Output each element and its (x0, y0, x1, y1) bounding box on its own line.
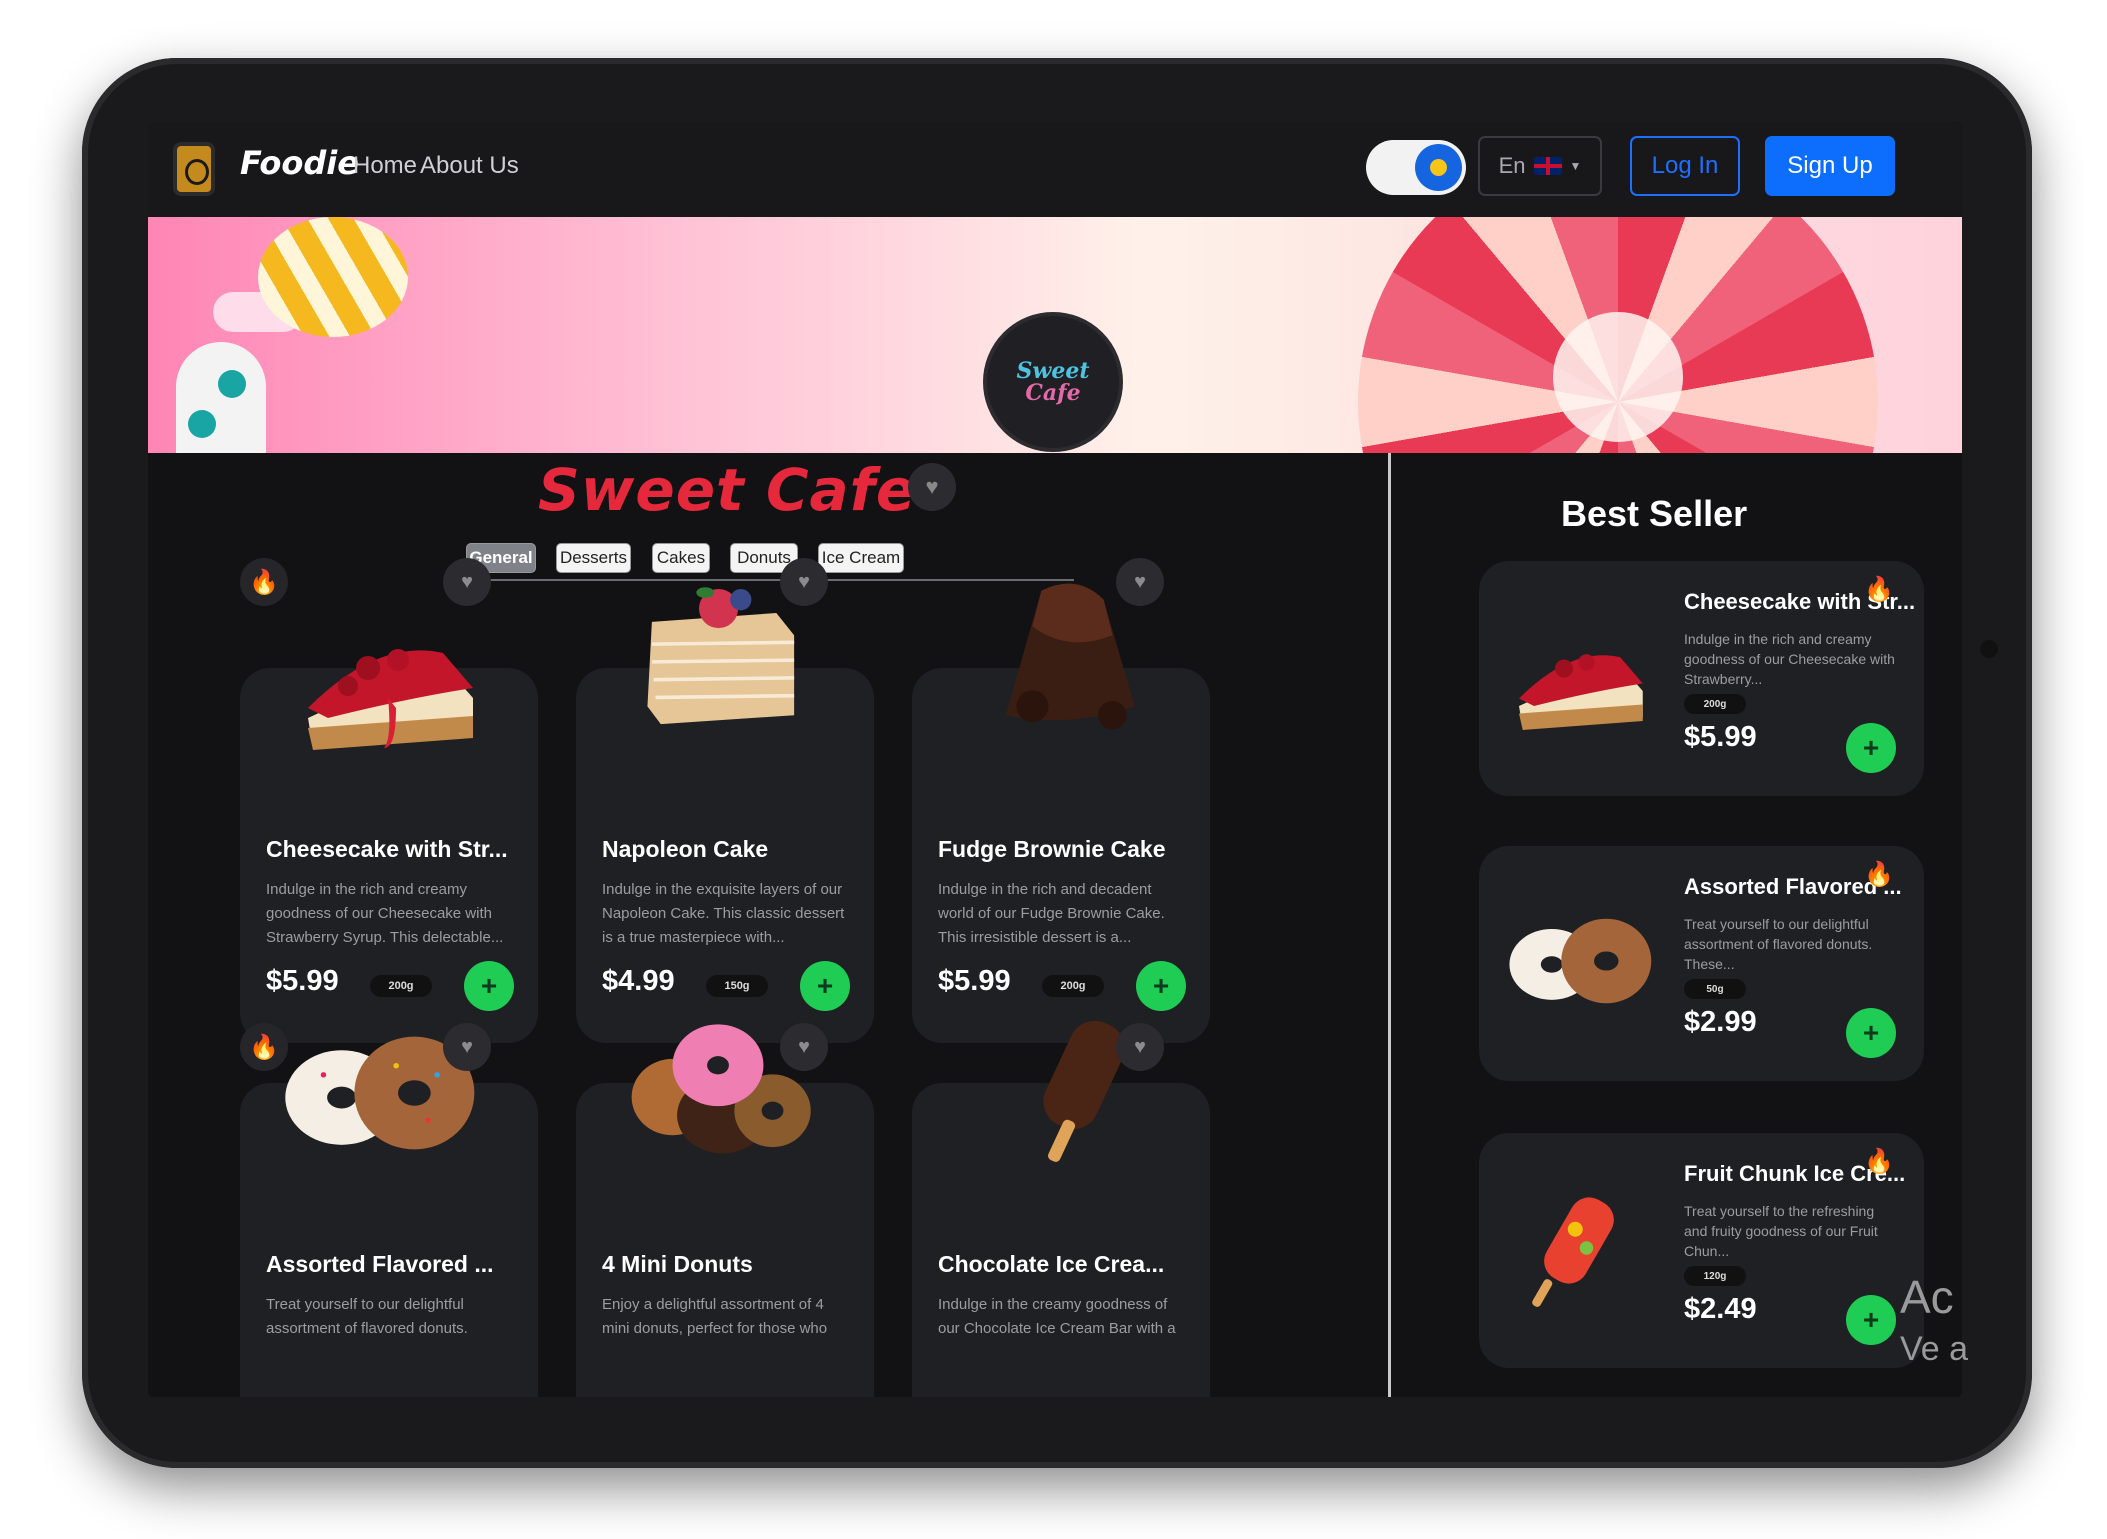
heart-icon[interactable]: ♥ (443, 1023, 491, 1071)
add-to-cart-button[interactable]: + (1846, 1295, 1896, 1345)
logo-icon[interactable] (173, 142, 215, 196)
fire-icon: 🔥 (1864, 576, 1894, 603)
nav-home-link[interactable]: Home (353, 152, 417, 180)
best-seller-price: $2.99 (1684, 1006, 1757, 1038)
best-seller-weight: 120g (1684, 1266, 1746, 1286)
cheesecake-image (1519, 654, 1643, 730)
brand-name[interactable]: Foodie (240, 144, 359, 182)
product-name: Cheesecake with Str... (266, 836, 508, 862)
fire-icon: 🔥 (1864, 861, 1894, 888)
menu-section: Sweet Cafe ♥ General Desserts Cakes Donu… (148, 453, 1388, 1397)
language-dropdown[interactable]: En ▼ (1478, 136, 1602, 196)
product-description: Indulge in the rich and decadent world o… (938, 881, 1165, 946)
best-seller-price: $5.99 (1684, 721, 1757, 753)
product-description: Indulge in the exquisite layers of our N… (602, 881, 845, 946)
add-to-cart-button[interactable]: + (1846, 723, 1896, 773)
hero-banner: Sweet Cafe (148, 217, 1962, 453)
favorite-heart-icon[interactable]: ♥ (908, 463, 956, 511)
logo-text-line1: Sweet (1016, 358, 1090, 384)
heart-icon[interactable]: ♥ (780, 558, 828, 606)
windows-activation-subtext: Ve a (1900, 1330, 1969, 1368)
add-to-cart-button[interactable]: + (800, 961, 850, 1011)
chevron-down-icon: ▼ (1569, 159, 1582, 173)
camera-dot (1980, 640, 1998, 658)
sweet-cafe-logo: Sweet Cafe (983, 312, 1123, 452)
heart-icon[interactable]: ♥ (780, 1023, 828, 1071)
product-name: Napoleon Cake (602, 836, 769, 862)
tab-cakes[interactable]: Cakes (652, 543, 710, 573)
fire-icon: 🔥 (240, 558, 288, 606)
fire-icon: 🔥 (1864, 1148, 1894, 1175)
best-seller-card[interactable]: Assorted Flavored ... 🔥 Treat yourself t… (1479, 846, 1924, 1081)
product-name: Fudge Brownie Cake (938, 836, 1166, 862)
logo-text-line2: Cafe (1025, 380, 1081, 406)
product-weight: 150g (706, 975, 768, 997)
signup-button[interactable]: Sign Up (1765, 136, 1895, 196)
best-seller-description: Treat yourself to the refreshing and fru… (1684, 1203, 1878, 1259)
ice-cream-bar-image (1043, 1020, 1125, 1162)
tab-ice-cream[interactable]: Ice Cream (818, 543, 904, 573)
product-price: $5.99 (266, 965, 339, 997)
language-label: En (1498, 153, 1526, 178)
fruit-ice-cream-image (1532, 1197, 1614, 1307)
add-to-cart-button[interactable]: + (464, 961, 514, 1011)
nav-about-link[interactable]: About Us (420, 152, 519, 180)
best-seller-title: Best Seller (1561, 493, 1748, 534)
best-seller-description: Treat yourself to our delightful assortm… (1684, 916, 1873, 972)
product-weight: 200g (370, 975, 432, 997)
navbar: Foodie Home About Us En ▼ Log In Sign Up (148, 122, 1962, 217)
balloon-decoration (258, 217, 408, 337)
theme-toggle[interactable] (1366, 140, 1466, 195)
sun-icon (1415, 144, 1462, 191)
cheesecake-image (308, 649, 473, 750)
candy-decoration (176, 342, 266, 453)
product-price: $5.99 (938, 965, 1011, 997)
product-description: Enjoy a delightful assortment of 4 mini … (602, 1296, 828, 1337)
page-title: Sweet Cafe (538, 456, 917, 524)
add-to-cart-button[interactable]: + (1846, 1008, 1896, 1058)
lollipop-center (1553, 312, 1683, 442)
best-seller-card[interactable]: Fruit Chunk Ice Cre... 🔥 Treat yourself … (1479, 1133, 1924, 1368)
product-name: Assorted Flavored ... (266, 1251, 494, 1277)
product-name: Chocolate Ice Crea... (938, 1251, 1165, 1277)
best-seller-card[interactable]: Cheesecake with Str... 🔥 Indulge in the … (1479, 561, 1924, 796)
best-seller-description: Indulge in the rich and creamy goodness … (1684, 631, 1895, 687)
best-seller-section: Best Seller Cheesecake with Str... 🔥 Ind… (1391, 453, 1962, 1397)
heart-icon[interactable]: ♥ (443, 558, 491, 606)
tab-desserts[interactable]: Desserts (556, 543, 631, 573)
product-description: Indulge in the rich and creamy goodness … (266, 881, 504, 946)
app-screen: Foodie Home About Us En ▼ Log In Sign Up… (148, 122, 1962, 1397)
fire-icon: 🔥 (240, 1023, 288, 1071)
product-description: Treat yourself to our delightful assortm… (266, 1296, 468, 1337)
best-seller-weight: 50g (1684, 979, 1746, 999)
product-weight: 200g (1042, 975, 1104, 997)
windows-activation-text: Ac (1900, 1271, 1954, 1323)
login-button[interactable]: Log In (1630, 136, 1740, 196)
uk-flag-icon (1533, 157, 1562, 175)
heart-icon[interactable]: ♥ (1116, 1023, 1164, 1071)
product-price: $4.99 (602, 965, 675, 997)
product-name: 4 Mini Donuts (602, 1251, 753, 1277)
donuts-image (1509, 918, 1652, 1004)
product-description: Indulge in the creamy goodness of our Ch… (938, 1296, 1176, 1337)
heart-icon[interactable]: ♥ (1116, 558, 1164, 606)
best-seller-weight: 200g (1684, 694, 1746, 714)
best-seller-price: $2.49 (1684, 1293, 1757, 1325)
